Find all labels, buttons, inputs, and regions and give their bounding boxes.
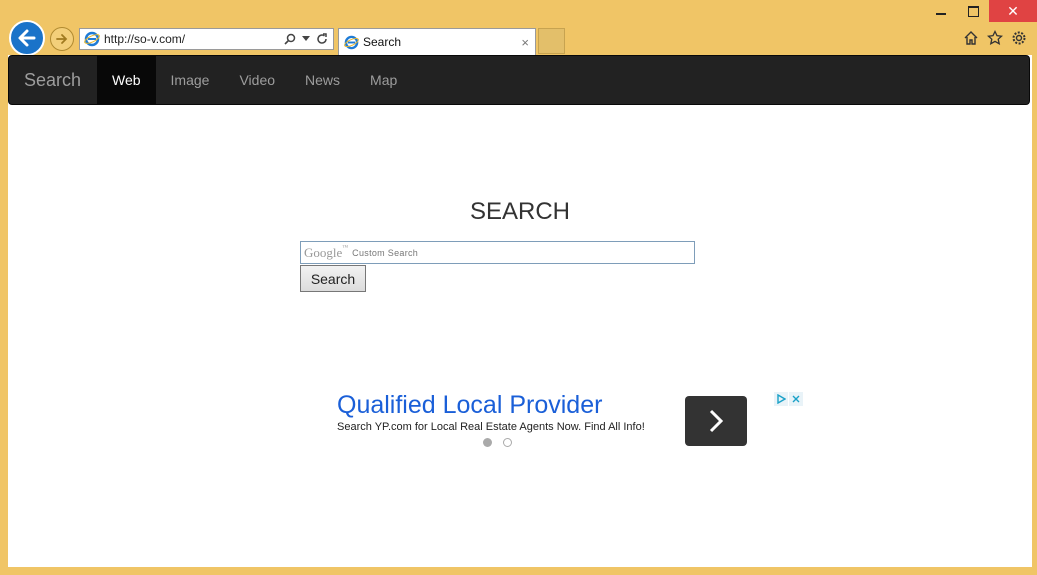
search-button[interactable]: Search (300, 265, 366, 292)
home-icon[interactable] (963, 30, 979, 46)
google-logo-text: Google (304, 244, 343, 260)
search-placeholder: Custom Search (352, 247, 419, 258)
search-icon[interactable] (284, 33, 296, 45)
ad-choices[interactable] (774, 392, 803, 406)
back-button[interactable] (9, 20, 45, 56)
site-navbar: Search Web Image Video News Map (8, 55, 1030, 105)
gear-icon[interactable] (1011, 30, 1027, 46)
window-controls: ✕ (925, 0, 1037, 22)
ie-icon (84, 31, 100, 47)
ie-icon (344, 35, 359, 49)
navbar-brand[interactable]: Search (9, 56, 97, 104)
browser-toolbar-icons (963, 30, 1027, 46)
search-input[interactable]: Google™ Custom Search (300, 241, 695, 264)
ad-carousel-dot[interactable] (503, 438, 512, 447)
nav-item-video[interactable]: Video (224, 56, 290, 104)
ad-title-link[interactable]: Qualified Local Provider (337, 391, 602, 420)
refresh-icon[interactable] (316, 33, 328, 45)
chevron-right-icon (709, 409, 724, 433)
star-icon[interactable] (987, 30, 1003, 46)
nav-item-web[interactable]: Web (97, 56, 156, 104)
nav-item-image[interactable]: Image (156, 56, 225, 104)
browser-window: ✕ http://so-v.com/ Search × Search Web I… (0, 0, 1037, 575)
ad-next-button[interactable] (685, 396, 747, 446)
minimize-button[interactable] (925, 0, 957, 22)
close-window-button[interactable]: ✕ (989, 0, 1037, 22)
google-logo-tm: ™ (342, 244, 349, 251)
maximize-button[interactable] (957, 0, 989, 22)
browser-tab[interactable]: Search × (338, 28, 536, 55)
minimize-icon (936, 13, 946, 15)
chevron-down-icon[interactable] (302, 36, 310, 42)
ad-description: Search YP.com for Local Real Estate Agen… (337, 421, 645, 433)
tab-label: Search (363, 35, 402, 49)
nav-item-map[interactable]: Map (355, 56, 412, 104)
ad-carousel-dot-active[interactable] (483, 438, 492, 447)
google-logo: Google™ (304, 245, 348, 261)
forward-button[interactable] (50, 27, 74, 51)
web-page: Search Web Image Video News Map SEARCH G… (8, 55, 1032, 567)
page-title: SEARCH (469, 198, 571, 225)
nav-item-news[interactable]: News (290, 56, 355, 104)
maximize-icon (967, 5, 979, 17)
address-bar[interactable]: http://so-v.com/ (79, 28, 334, 50)
adchoices-icon[interactable] (774, 392, 788, 406)
url-text[interactable]: http://so-v.com/ (104, 32, 284, 46)
ad-close-icon[interactable] (789, 392, 803, 406)
tab-close-icon[interactable]: × (521, 35, 529, 50)
arrow-left-icon (18, 29, 36, 47)
arrow-right-icon (56, 34, 68, 44)
address-tools (284, 33, 328, 45)
new-tab-button[interactable] (538, 28, 565, 54)
